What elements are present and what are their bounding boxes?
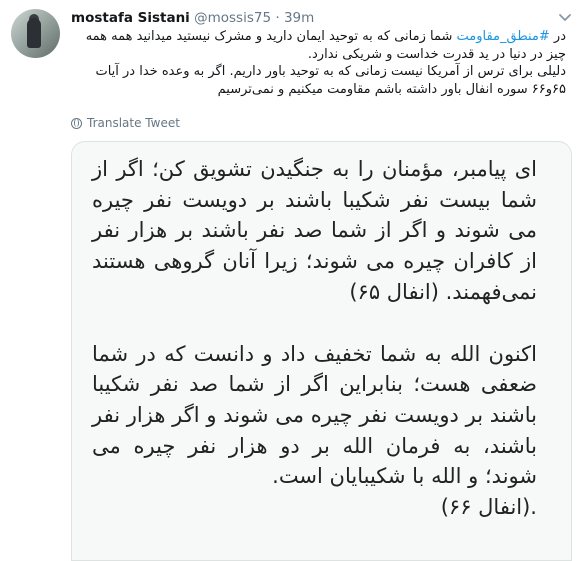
translate-tweet-link[interactable]: Translate Tweet bbox=[71, 114, 180, 132]
tweet-header: mostafa Sistani @mossis75 · 39m bbox=[71, 8, 314, 28]
image-paragraph-2: اکنون الله به شما تخفیف داد و دانست که د… bbox=[92, 341, 537, 489]
image-paragraph-2-ref: .(انفال ۶۶) bbox=[440, 495, 537, 520]
image-text-block: ای پیامبر، مؤمنان را به جنگیدن تشویق کن؛… bbox=[92, 154, 537, 523]
tweet-paragraph-2: دلیلی برای ترس از آمریکا نیست زمانی که ب… bbox=[95, 64, 566, 97]
tweet-line1-prefix: در bbox=[549, 29, 566, 44]
tweet-timestamp[interactable]: 39m bbox=[284, 10, 314, 26]
author-name[interactable]: mostafa Sistani bbox=[71, 10, 190, 26]
tweet-paragraph-1: در #منطق_مقاومت شما زمانی که به توحید ای… bbox=[71, 28, 566, 63]
chevron-down-icon[interactable] bbox=[558, 10, 572, 24]
translate-label: Translate Tweet bbox=[87, 116, 180, 130]
globe-icon bbox=[71, 118, 82, 129]
avatar[interactable] bbox=[11, 9, 60, 58]
avatar-figure bbox=[27, 18, 41, 48]
tweet-image[interactable]: ای پیامبر، مؤمنان را به جنگیدن تشویق کن؛… bbox=[71, 141, 572, 561]
author-handle[interactable]: @mossis75 bbox=[194, 10, 271, 26]
image-paragraph-1: ای پیامبر، مؤمنان را به جنگیدن تشویق کن؛… bbox=[92, 157, 537, 304]
separator-dot: · bbox=[275, 10, 280, 26]
tweet-text: در #منطق_مقاومت شما زمانی که به توحید ای… bbox=[71, 28, 566, 98]
hashtag-link[interactable]: #منطق_مقاومت bbox=[457, 29, 550, 44]
